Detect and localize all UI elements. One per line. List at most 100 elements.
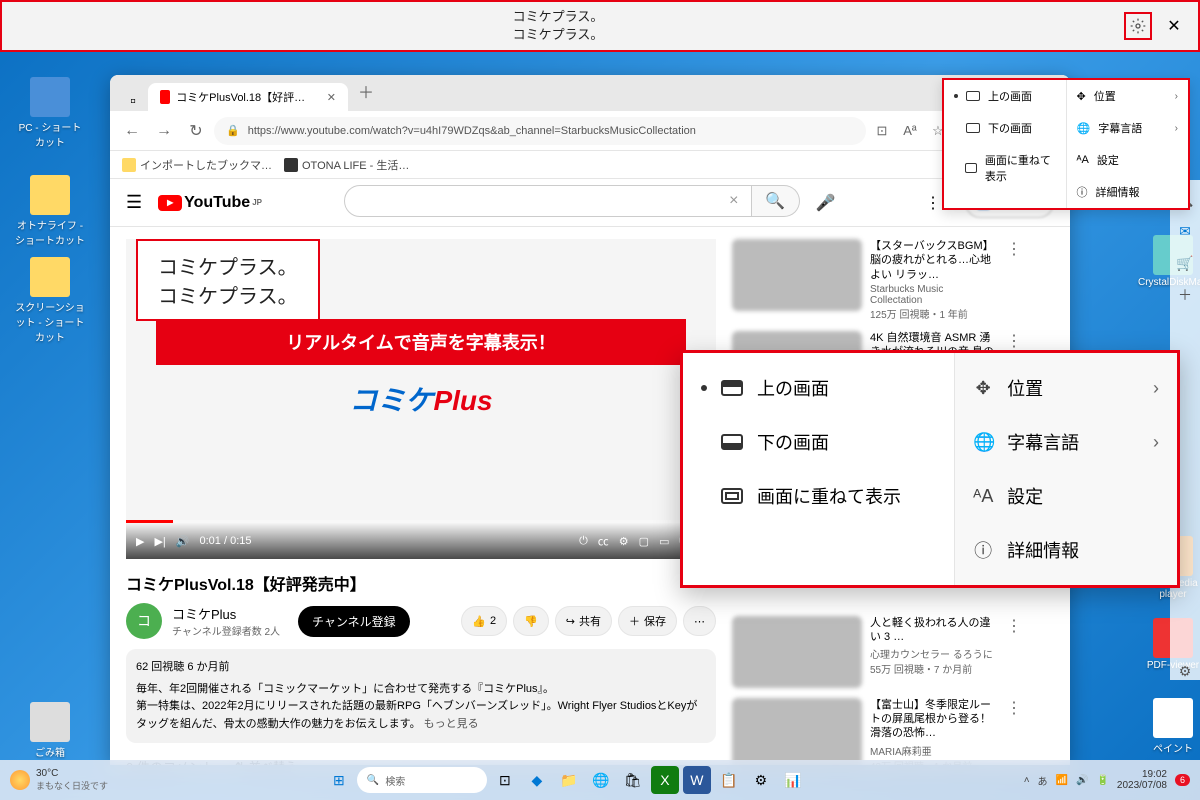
video-content-logo: コミケPlus: [349, 379, 492, 419]
menu-opt-settings[interactable]: ᴬA設定: [955, 469, 1177, 523]
channel-avatar[interactable]: コ: [126, 603, 162, 639]
play-button[interactable]: ▶: [136, 535, 144, 548]
theater-icon[interactable]: ▭: [659, 535, 669, 548]
app-icon-5[interactable]: 📊: [779, 766, 807, 794]
menu-opt-settings-sm[interactable]: ᴬA設定: [1067, 144, 1189, 176]
notification-badge[interactable]: 6: [1175, 774, 1190, 786]
taskbar-clock[interactable]: 19:02 2023/07/08: [1117, 769, 1167, 791]
hamburger-menu-icon[interactable]: ☰: [126, 192, 142, 213]
tab-actions-button[interactable]: ▫: [118, 93, 148, 111]
explorer-icon[interactable]: 📁: [555, 766, 583, 794]
app-icon-2[interactable]: W: [683, 766, 711, 794]
video-menu-icon[interactable]: ⋮: [1006, 698, 1022, 718]
task-view-icon[interactable]: ⊡: [491, 766, 519, 794]
video-menu-icon[interactable]: ⋮: [1006, 616, 1022, 636]
voice-search-icon[interactable]: 🎤: [808, 185, 844, 221]
menu-position-overlay[interactable]: 画面に重ねて表示: [683, 469, 954, 523]
address-bar[interactable]: 🔒 https://www.youtube.com/watch?v=u4hI79…: [214, 117, 866, 145]
share-button[interactable]: ↪ 共有: [555, 606, 612, 636]
sidebar-settings-icon[interactable]: ⚙: [1176, 662, 1194, 680]
caption-close-button[interactable]: ✕: [1160, 12, 1188, 40]
more-actions-button[interactable]: ⋯: [683, 606, 716, 636]
taskbar-weather[interactable]: 30°C まもなく日没です: [10, 768, 108, 792]
sidebar-add-icon[interactable]: ＋: [1176, 286, 1194, 304]
channel-name[interactable]: コミケPlus: [172, 604, 280, 623]
menu-position-overlay-sm[interactable]: 画面に重ねて表示: [944, 144, 1066, 192]
settings-gear-icon[interactable]: ⚙: [619, 535, 629, 548]
video-player[interactable]: コミケプラス。 コミケプラス。 リアルタイムで音声を字幕表示！ コミケPlus …: [126, 239, 716, 559]
menu-opt-info-sm[interactable]: ⓘ詳細情報: [1067, 176, 1189, 208]
video-description[interactable]: 62 回視聴 6 か月前 毎年、年2回開催される「コミックマーケット」に合わせて…: [126, 649, 716, 743]
dislike-button[interactable]: 👎: [513, 606, 549, 636]
tab-close-button[interactable]: ✕: [327, 91, 336, 104]
youtube-play-icon: ▶: [158, 195, 182, 211]
sidebar-video-item[interactable]: 【スターバックスBGM】脳の疲れがとれる…心地よい リラッ… Starbucks…: [732, 239, 1022, 321]
taskbar-search[interactable]: 🔍 検索: [357, 767, 487, 793]
next-button[interactable]: ▶|: [154, 535, 165, 548]
subscribe-button[interactable]: チャンネル登録: [298, 606, 410, 637]
menu-position-bottom-sm[interactable]: 下の画面: [944, 112, 1066, 144]
channel-row: コ コミケPlus チャンネル登録者数 2人 チャンネル登録 👍 2 👎 ↪ 共…: [126, 603, 716, 639]
tab-title: コミケPlusVol.18【好評発売中】- Yo...: [176, 89, 315, 105]
move-icon: ✥: [973, 378, 993, 399]
cc-button[interactable]: ㏄: [598, 533, 609, 549]
app-icon-3[interactable]: 📋: [715, 766, 743, 794]
like-button[interactable]: 👍 2: [461, 606, 507, 636]
thumbnail: [732, 239, 862, 311]
widgets-icon[interactable]: ◆: [523, 766, 551, 794]
tray-battery-icon[interactable]: 🔋: [1096, 775, 1108, 786]
browser-tab[interactable]: コミケPlusVol.18【好評発売中】- Yo... ✕: [148, 83, 348, 111]
weather-icon: [10, 770, 30, 790]
volume-icon[interactable]: 🔊: [176, 535, 190, 548]
taskbar: 30°C まもなく日没です ⊞ 🔍 検索 ⊡ ◆ 📁 🌐 🛍 X W 📋 ⚙ 📊…: [0, 760, 1200, 800]
menu-position-top-sm[interactable]: 上の画面: [944, 80, 1066, 112]
autoplay-toggle[interactable]: ⏻: [579, 535, 588, 548]
edge-icon[interactable]: 🌐: [587, 766, 615, 794]
video-controls: ▶ ▶| 🔊 0:01 / 0:15 ⏻ ㏄ ⚙ ▢ ▭ ⎚ ⛶: [126, 523, 716, 559]
show-more-link[interactable]: もっと見る: [424, 718, 479, 730]
video-menu-icon[interactable]: ⋮: [1006, 239, 1022, 259]
start-button[interactable]: ⊞: [325, 766, 353, 794]
search-button[interactable]: 🔍: [752, 185, 800, 217]
menu-opt-language[interactable]: 🌐字幕言語›: [955, 415, 1177, 469]
search-input[interactable]: ×: [344, 185, 752, 217]
store-icon[interactable]: 🛍: [619, 766, 647, 794]
tray-chevron-icon[interactable]: ˄: [1024, 775, 1030, 786]
sidebar-shopping-icon[interactable]: 🛒: [1176, 254, 1194, 272]
desktop-icon-recycle-bin[interactable]: ごみ箱: [15, 702, 85, 759]
menu-opt-language-sm[interactable]: 🌐字幕言語›: [1067, 112, 1189, 144]
menu-opt-position[interactable]: ✥位置›: [955, 361, 1177, 415]
sidebar-outlook-icon[interactable]: ✉: [1176, 222, 1194, 240]
translate-icon[interactable]: ⊡: [870, 119, 894, 143]
save-button[interactable]: ＋ 保存: [618, 606, 677, 636]
search-clear-icon[interactable]: ×: [729, 192, 738, 210]
caption-settings-button[interactable]: [1124, 12, 1152, 40]
forward-button[interactable]: →: [150, 117, 178, 145]
menu-position-top[interactable]: 上の画面: [683, 361, 954, 415]
bookmark-otona[interactable]: OTONA LIFE - 生活…: [284, 157, 409, 173]
app-icon-1[interactable]: X: [651, 766, 679, 794]
desktop-icon-paint[interactable]: ペイント: [1138, 698, 1200, 755]
sidebar-video-item[interactable]: 人と軽く扱われる人の違い 3 … 心理カウンセラー るろうに 55万 回視聴・7…: [732, 616, 1022, 688]
menu-position-bottom[interactable]: 下の画面: [683, 415, 954, 469]
desktop-icon-folder-1[interactable]: オトナライフ - ショートカット: [15, 175, 85, 247]
refresh-button[interactable]: ↻: [182, 117, 210, 145]
back-button[interactable]: ←: [118, 117, 146, 145]
text-size-icon: ᴬA: [973, 486, 993, 507]
browser-tab-strip: ▫ コミケPlusVol.18【好評発売中】- Yo... ✕ ＋: [110, 75, 1070, 111]
sidebar-video-item[interactable]: 【富士山】冬季限定ルートの屏風尾根から登る！滑落の恐怖… MARIA麻莉亜 43…: [732, 698, 1022, 765]
desktop-icon-pc[interactable]: PC - ショートカット: [15, 77, 85, 149]
bookmark-imported[interactable]: インポートしたブックマ…: [122, 157, 272, 173]
new-tab-button[interactable]: ＋: [348, 75, 384, 111]
miniplayer-icon[interactable]: ▢: [639, 535, 649, 548]
desktop-icon-folder-2[interactable]: スクリーンショット - ショートカット: [15, 257, 85, 344]
tray-wifi-icon[interactable]: 📶: [1056, 775, 1068, 786]
tray-ime-icon[interactable]: あ: [1038, 773, 1048, 788]
youtube-logo[interactable]: ▶ YouTube JP: [158, 194, 262, 212]
read-aloud-icon[interactable]: Aª: [898, 119, 922, 143]
tray-volume-icon[interactable]: 🔊: [1076, 775, 1088, 786]
app-icon-4[interactable]: ⚙: [747, 766, 775, 794]
menu-opt-info[interactable]: ⓘ詳細情報: [955, 523, 1177, 577]
menu-opt-position-sm[interactable]: ✥位置›: [1067, 80, 1189, 112]
video-menu-icon[interactable]: ⋮: [1006, 331, 1022, 351]
